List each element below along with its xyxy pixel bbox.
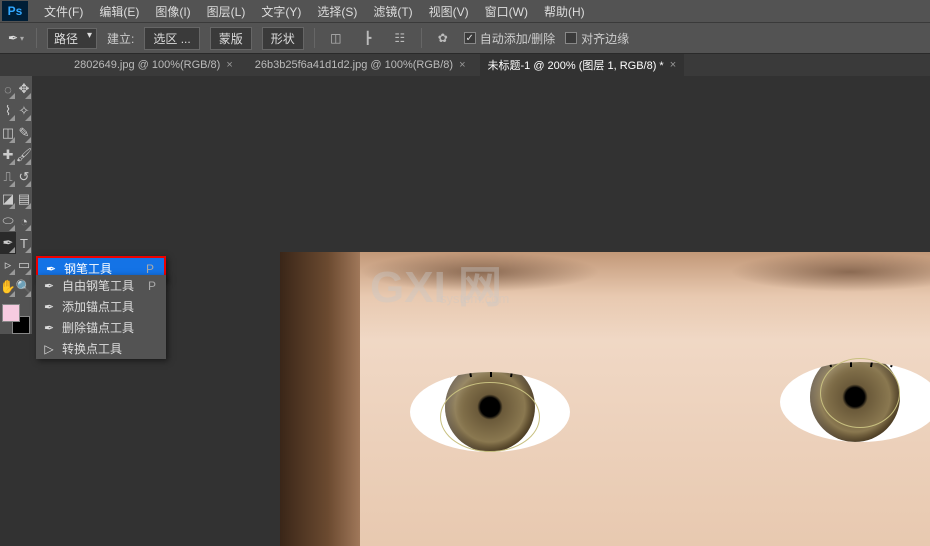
toolbox: ◌✥ ⌇✧ ◫✎ ✚🖌 ⎍↺ ◪▤ ⬭◔ ✒T ▹▭ ✋🔍	[0, 76, 32, 334]
tab-label: 2802649.jpg @ 100%(RGB/8)	[74, 59, 220, 71]
pen-tool-icon[interactable]: ✒▾	[6, 28, 26, 48]
hand-tool-icon[interactable]: ✋	[0, 276, 16, 298]
flyout-label: 自由钢笔工具	[62, 277, 134, 294]
menu-layer[interactable]: 图层(L)	[199, 0, 254, 23]
flyout-convert-point[interactable]: ▷ 转换点工具	[36, 338, 166, 359]
path-arrange-icon[interactable]: ☷	[389, 28, 411, 48]
pen-icon: ✒	[42, 279, 56, 293]
menu-edit[interactable]: 编辑(E)	[91, 0, 147, 23]
foreground-color-swatch[interactable]	[2, 304, 20, 322]
document-tab-bar: 2802649.jpg @ 100%(RGB/8) × 26b3b25f6a41…	[0, 54, 930, 76]
tab-label: 26b3b25f6a41d1d2.jpg @ 100%(RGB/8)	[255, 59, 453, 71]
document-tab[interactable]: 26b3b25f6a41d1d2.jpg @ 100%(RGB/8) ×	[247, 56, 474, 74]
gear-icon[interactable]: ✿	[432, 28, 454, 48]
marquee-tool-icon[interactable]: ◌	[0, 78, 16, 100]
convert-icon: ▷	[42, 342, 56, 356]
flyout-label: 删除锚点工具	[62, 319, 134, 336]
watermark-subtext: system.com	[440, 291, 509, 306]
options-bar: ✒▾ 路径 建立: 选区 ... 蒙版 形状 ◫ ┣ ☷ ✿ ✓ 自动添加/删除…	[0, 22, 930, 54]
menu-window[interactable]: 窗口(W)	[477, 0, 536, 23]
divider	[421, 28, 422, 48]
path-align-icon[interactable]: ┣	[357, 28, 379, 48]
flyout-add-anchor[interactable]: ✒ 添加锚点工具	[36, 296, 166, 317]
workspace: ◌✥ ⌇✧ ◫✎ ✚🖌 ⎍↺ ◪▤ ⬭◔ ✒T ▹▭ ✋🔍 ✒ 钢笔工具 P ✒…	[0, 76, 930, 546]
zoom-tool-icon[interactable]: 🔍	[16, 276, 32, 298]
menu-image[interactable]: 图像(I)	[147, 0, 198, 23]
path-select-icon[interactable]: ▹	[0, 254, 16, 276]
blur-tool-icon[interactable]: ⬭	[0, 210, 16, 232]
app-logo: Ps	[2, 1, 28, 21]
menu-filter[interactable]: 滤镜(T)	[365, 0, 420, 23]
flyout-label: 添加锚点工具	[62, 298, 134, 315]
selection-button[interactable]: 选区 ...	[144, 27, 199, 50]
menu-bar: Ps 文件(F) 编辑(E) 图像(I) 图层(L) 文字(Y) 选择(S) 滤…	[0, 0, 930, 22]
menu-file[interactable]: 文件(F)	[36, 0, 91, 23]
tab-label: 未标题-1 @ 200% (图层 1, RGB/8) *	[488, 57, 664, 73]
shape-button[interactable]: 形状	[262, 27, 304, 50]
build-label: 建立:	[107, 30, 134, 47]
close-icon[interactable]: ×	[459, 59, 465, 71]
move-tool-icon[interactable]: ✥	[16, 78, 32, 100]
mode-dropdown[interactable]: 路径	[47, 28, 97, 49]
auto-add-checkbox[interactable]: ✓	[464, 32, 476, 44]
pen-path-left[interactable]	[440, 382, 540, 452]
mask-button[interactable]: 蒙版	[210, 27, 252, 50]
close-icon[interactable]: ×	[226, 59, 232, 71]
menu-view[interactable]: 视图(V)	[421, 0, 477, 23]
align-edges-label: 对齐边缘	[581, 30, 629, 47]
pen-tool-flyout-rest: ✒ 自由钢笔工具 P ✒ 添加锚点工具 ✒ 删除锚点工具 ▷ 转换点工具	[36, 275, 166, 359]
pen-tool-icon[interactable]: ✒	[0, 232, 16, 254]
shape-tool-icon[interactable]: ▭	[16, 254, 32, 276]
brush-tool-icon[interactable]: 🖌	[16, 144, 32, 166]
close-icon[interactable]: ×	[670, 59, 676, 71]
eraser-tool-icon[interactable]: ◪	[0, 188, 16, 210]
flyout-label: 转换点工具	[62, 340, 122, 357]
crop-tool-icon[interactable]: ◫	[0, 122, 16, 144]
pen-minus-icon: ✒	[42, 321, 56, 335]
wand-tool-icon[interactable]: ✧	[16, 100, 32, 122]
document-tab[interactable]: 2802649.jpg @ 100%(RGB/8) ×	[66, 56, 241, 74]
color-swatches[interactable]	[2, 304, 30, 334]
pen-icon: ✒	[44, 262, 58, 276]
type-tool-icon[interactable]: T	[16, 232, 32, 254]
eyedropper-tool-icon[interactable]: ✎	[16, 122, 32, 144]
shortcut-label: P	[148, 279, 160, 293]
path-op-combine-icon[interactable]: ◫	[325, 28, 347, 48]
auto-add-label: 自动添加/删除	[480, 30, 555, 47]
divider	[314, 28, 315, 48]
shortcut-label: P	[146, 262, 158, 276]
heal-tool-icon[interactable]: ✚	[0, 144, 16, 166]
menu-type[interactable]: 文字(Y)	[253, 0, 309, 23]
divider	[36, 28, 37, 48]
menu-help[interactable]: 帮助(H)	[536, 0, 593, 23]
flyout-freeform-pen[interactable]: ✒ 自由钢笔工具 P	[36, 275, 166, 296]
pen-plus-icon: ✒	[42, 300, 56, 314]
gradient-tool-icon[interactable]: ▤	[16, 188, 32, 210]
flyout-delete-anchor[interactable]: ✒ 删除锚点工具	[36, 317, 166, 338]
stamp-tool-icon[interactable]: ⎍	[0, 166, 16, 188]
pen-path-right[interactable]	[820, 358, 900, 428]
lasso-tool-icon[interactable]: ⌇	[0, 100, 16, 122]
align-edges-checkbox[interactable]	[565, 32, 577, 44]
history-brush-icon[interactable]: ↺	[16, 166, 32, 188]
dodge-tool-icon[interactable]: ◔	[16, 210, 32, 232]
document-tab[interactable]: 未标题-1 @ 200% (图层 1, RGB/8) * ×	[480, 54, 685, 76]
menu-select[interactable]: 选择(S)	[309, 0, 365, 23]
